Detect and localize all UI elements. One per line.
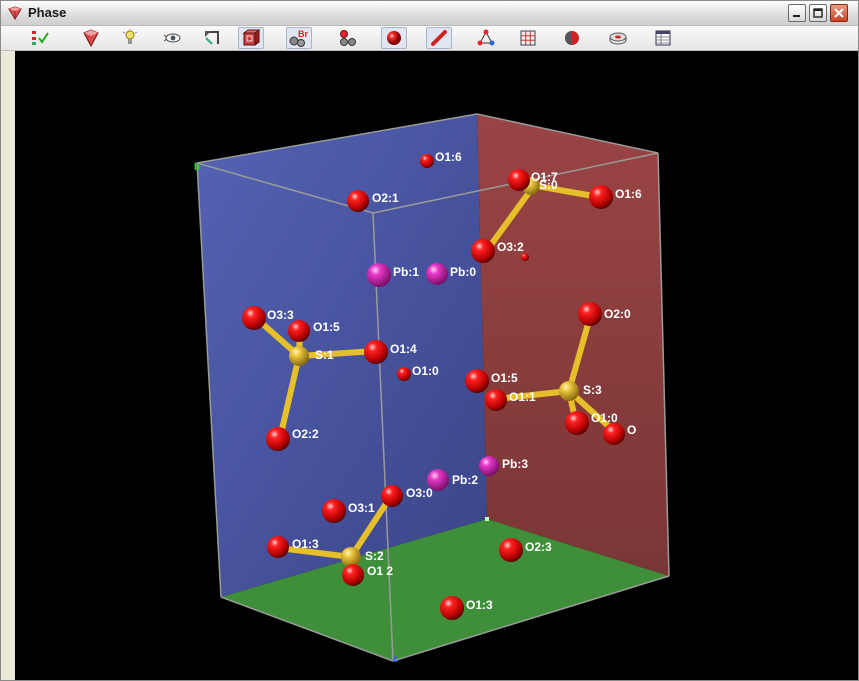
axis-label-b: b [194,162,200,173]
atom-label: O1:0 [591,411,618,425]
maximize-button[interactable] [809,4,827,22]
atom-label: O3:2 [497,240,524,254]
tool-move[interactable] [199,27,225,49]
molecule-structure-icon [477,29,495,46]
toolbar: Br [1,26,858,51]
bond-stick-icon [431,30,447,46]
select-settings-icon [32,31,49,45]
atom-label: O [627,423,636,437]
tool-sphere-atoms[interactable] [381,27,407,49]
cell-right-face [477,114,669,576]
tool-bonds[interactable] [426,27,452,49]
atom-label: O1:1 [509,390,536,404]
atom-label: S:2 [365,549,384,563]
atom-label: O1:5 [313,320,340,334]
atom-label: O1:3 [292,537,319,551]
atom-label: Pb:3 [502,457,528,471]
atom-label: S:0 [539,178,558,192]
bromine-label-icon: Br [289,29,308,47]
tool-polyhedra[interactable] [78,27,104,49]
atom-label: O1:3 [466,598,493,612]
svg-text:Br: Br [298,29,308,39]
title-bar[interactable]: Phase [1,1,858,26]
atom-label: O2:0 [604,307,631,321]
minimize-icon [793,15,800,17]
sphere-atom-icon [387,31,401,45]
phase-window: Phase Br b c O1:6 O1:7 S:0 O1:6 O2:1 O3:… [0,0,859,681]
crystal-scene[interactable]: b c O1:6 O1:7 S:0 O1:6 O2:1 O3:2 Pb:1 Pb… [15,51,858,681]
polyhedra-icon [83,29,99,47]
atom-label: O2:1 [372,191,399,205]
atom-label: O1:0 [412,364,439,378]
atom-label: O1:4 [390,342,417,356]
move-tool-icon [205,31,219,45]
minimize-button[interactable] [788,4,806,22]
left-gutter [1,51,15,680]
atom-label: Pb:1 [393,265,419,279]
atom-label: O1:6 [435,150,462,164]
tool-molecule[interactable] [473,27,499,49]
disk-plane-icon [609,32,627,45]
tool-atom-labels[interactable]: Br [286,27,312,49]
atom-label: O3:1 [348,501,375,515]
atom-label: O1:6 [615,187,642,201]
close-icon [834,8,844,18]
axis-label-c: c [393,654,399,665]
atom-label: S:1 [315,348,334,362]
unit-cell-box-icon [242,29,260,46]
tool-unit-cell[interactable] [238,27,264,49]
tool-data-table[interactable] [650,27,676,49]
ball-stick-icon [340,30,356,46]
atom-label: Pb:0 [450,265,476,279]
tool-half-sphere[interactable] [559,27,585,49]
atom-label: Pb:2 [452,473,478,487]
half-sphere-icon [565,31,579,45]
tool-grid[interactable] [515,27,541,49]
tool-disk-plane[interactable] [605,27,631,49]
data-table-icon [655,30,671,46]
grid-lattice-icon [520,30,536,46]
atom-label: O3:0 [406,486,433,500]
tool-view[interactable] [159,27,185,49]
view-eye-icon [163,33,181,43]
tool-select-settings[interactable] [27,27,53,49]
tool-lighting[interactable] [117,27,143,49]
lighting-icon [122,29,138,44]
origin-marker [485,517,489,521]
atom-label: O1 2 [367,564,393,578]
atom-label: O1:5 [491,371,518,385]
structure-3d-viewport[interactable]: b c O1:6 O1:7 S:0 O1:6 O2:1 O3:2 Pb:1 Pb… [15,51,858,681]
phase-gem-icon [8,6,22,20]
atom-label: O2:3 [525,540,552,554]
tool-ball-stick[interactable] [335,27,361,49]
window-title: Phase [28,5,67,20]
atom-label: O3:3 [267,308,294,322]
close-button[interactable] [830,4,848,22]
atom-label: O2:2 [292,427,319,441]
maximize-icon [813,8,823,18]
atom-label: S:3 [583,383,602,397]
